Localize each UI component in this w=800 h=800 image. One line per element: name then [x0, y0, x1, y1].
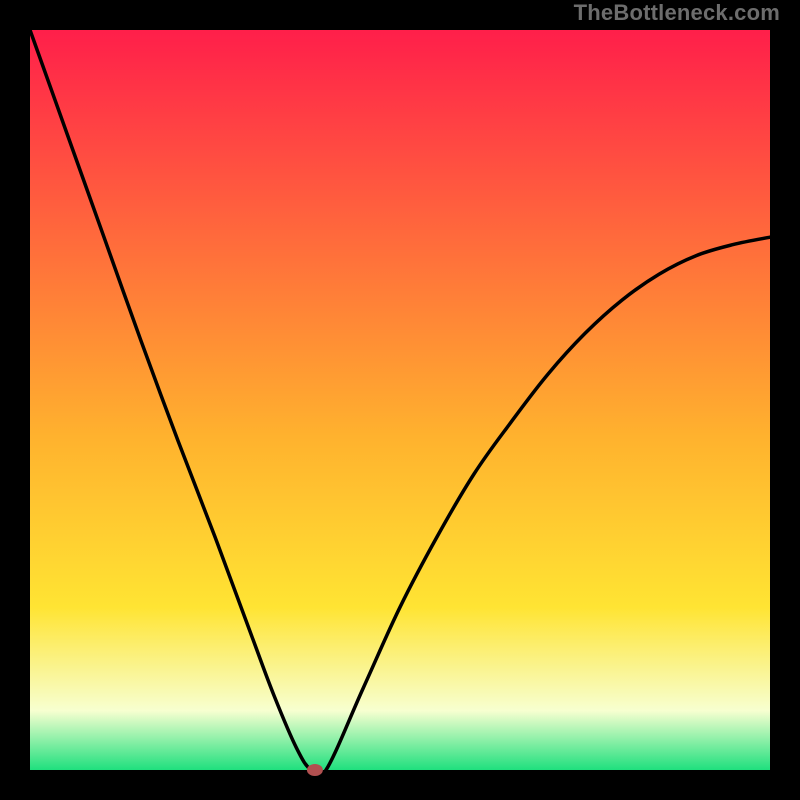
plot-background	[30, 30, 770, 770]
bottleneck-chart-svg	[0, 0, 800, 800]
chart-frame: TheBottleneck.com	[0, 0, 800, 800]
watermark-text: TheBottleneck.com	[574, 0, 780, 26]
optimal-point-marker	[307, 764, 323, 776]
